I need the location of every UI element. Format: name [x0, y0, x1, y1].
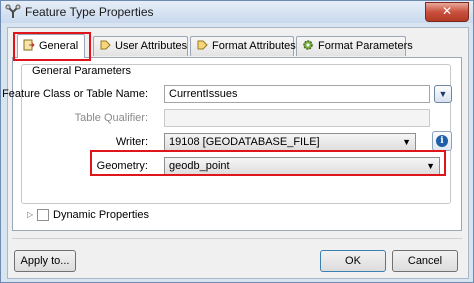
- feature-class-input[interactable]: CurrentIssues: [164, 85, 430, 103]
- feature-class-label: Feature Class or Table Name:: [2, 88, 148, 100]
- arrow-tag-icon: [195, 37, 209, 56]
- fme-app-icon: [5, 4, 21, 18]
- divider: [12, 238, 462, 239]
- close-button[interactable]: ✕: [425, 2, 469, 22]
- chevron-down-icon: ▼: [438, 89, 448, 99]
- general-tab-panel: General Parameters Feature Class or Tabl…: [2, 57, 462, 231]
- expand-triangle-icon[interactable]: ▷: [27, 210, 33, 219]
- tab-user-attributes-label: User Attributes: [115, 40, 188, 52]
- dynamic-properties-checkbox[interactable]: [37, 209, 49, 221]
- tab-user-attributes[interactable]: User Attributes: [93, 36, 188, 56]
- close-icon: ✕: [441, 4, 453, 18]
- writer-label: Writer:: [115, 136, 148, 148]
- title-bar: Feature Type Properties ✕: [1, 1, 473, 23]
- gear-icon: [301, 37, 315, 56]
- chevron-down-icon: ▼: [402, 137, 411, 147]
- table-qualifier-label: Table Qualifier:: [74, 112, 148, 124]
- tab-format-attributes-label: Format Attributes: [212, 40, 296, 52]
- cancel-button[interactable]: Cancel: [392, 250, 458, 272]
- geometry-select[interactable]: geodb_point ▼: [164, 157, 440, 175]
- writer-value: 19108 [GEODATABASE_FILE]: [169, 136, 320, 148]
- feature-class-dropdown-button[interactable]: ▼: [434, 85, 452, 103]
- apply-to-button[interactable]: Apply to...: [14, 250, 76, 272]
- writer-select[interactable]: 19108 [GEODATABASE_FILE] ▼: [164, 133, 416, 151]
- geometry-label: Geometry:: [96, 160, 148, 172]
- tab-general-label: General: [39, 40, 79, 52]
- group-title: General Parameters: [30, 65, 134, 77]
- feature-type-properties-dialog: Feature Type Properties ✕ General User A…: [0, 0, 474, 283]
- geometry-value: geodb_point: [169, 160, 230, 172]
- dynamic-properties-label: Dynamic Properties: [53, 209, 149, 221]
- tab-format-parameters[interactable]: Format Parameters: [296, 36, 413, 56]
- window-title: Feature Type Properties: [25, 5, 154, 19]
- tab-format-attributes[interactable]: Format Attributes: [190, 36, 296, 56]
- table-qualifier-input[interactable]: [164, 109, 430, 127]
- ok-button[interactable]: OK: [320, 250, 386, 272]
- general-parameters-group: General Parameters Feature Class or Tabl…: [2, 64, 452, 204]
- dialog-body: General User Attributes Format Attribute…: [2, 27, 469, 279]
- info-icon: i: [436, 135, 448, 147]
- tab-general[interactable]: General: [17, 34, 85, 58]
- writer-info-button[interactable]: i: [432, 131, 452, 151]
- chevron-down-icon: ▼: [426, 161, 435, 171]
- arrow-tag-icon: [98, 37, 112, 56]
- tab-format-parameters-label: Format Parameters: [318, 40, 413, 52]
- general-tab-icon: [22, 35, 36, 57]
